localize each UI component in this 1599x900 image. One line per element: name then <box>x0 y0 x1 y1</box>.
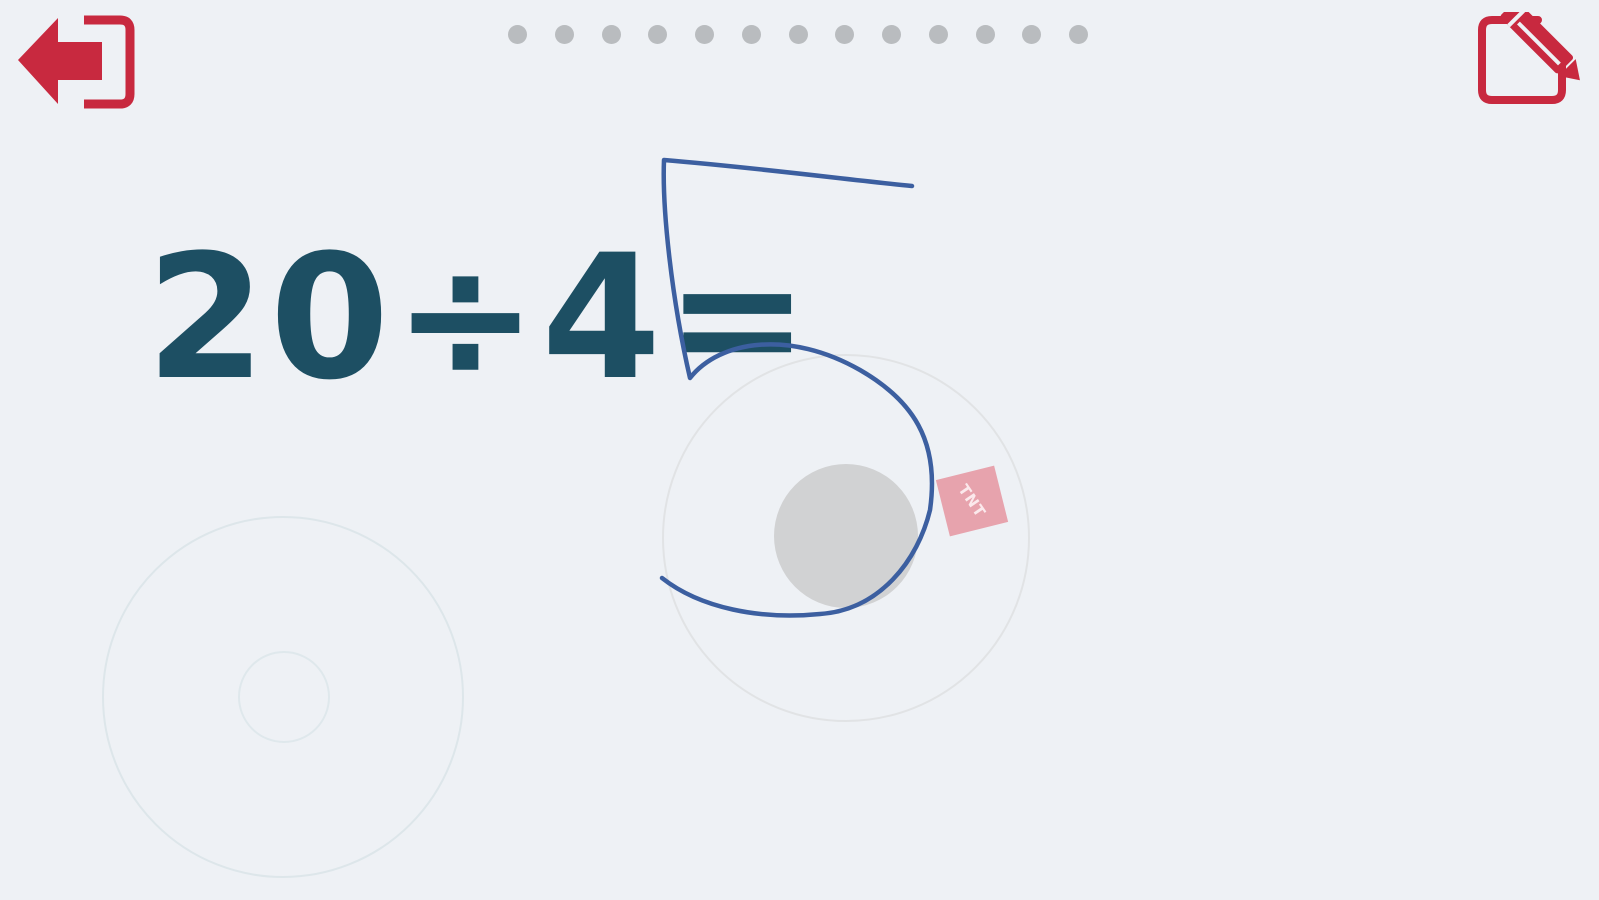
progress-dot <box>788 24 808 44</box>
game-screen: 20÷4= TNT <box>0 0 1599 900</box>
progress-dot <box>741 24 761 44</box>
progress-dot <box>601 24 621 44</box>
equation-text: 20÷4= <box>146 217 814 418</box>
joystick-center[interactable] <box>238 651 330 743</box>
progress-dot <box>975 24 995 44</box>
sticker-label: TNT <box>954 481 990 521</box>
progress-dot <box>554 24 574 44</box>
progress-dot <box>882 24 901 44</box>
progress-dot <box>648 24 668 44</box>
progress-dot <box>835 24 855 44</box>
progress-dot <box>508 24 527 44</box>
edit-pencil-icon <box>1478 0 1580 104</box>
progress-dots <box>508 22 1088 46</box>
progress-dot <box>695 24 714 44</box>
edit-button[interactable] <box>1476 0 1588 108</box>
exit-button[interactable] <box>14 12 138 112</box>
progress-dot <box>1022 24 1042 44</box>
progress-dot <box>928 24 948 44</box>
progress-dot <box>1069 24 1088 44</box>
drawing-cursor-knob[interactable] <box>774 464 918 608</box>
exit-arrow-icon <box>18 15 135 109</box>
